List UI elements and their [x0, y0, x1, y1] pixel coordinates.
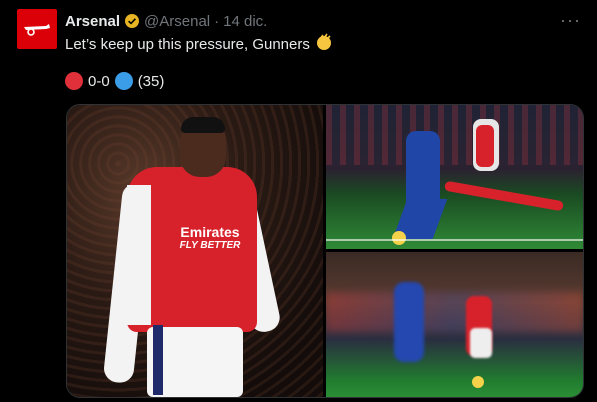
avatar[interactable] — [17, 9, 57, 49]
football — [392, 231, 406, 245]
score-text: 0-0 — [88, 72, 110, 90]
shorts-stripe — [153, 325, 163, 395]
motion-blur-stands — [326, 292, 583, 332]
tweet-timestamp[interactable]: 14 dic. — [223, 13, 267, 30]
arsenal-player-leg — [444, 180, 564, 212]
tweet-text: Let’s keep up this pressure, Gunners — [65, 33, 333, 57]
more-options-icon[interactable]: ··· — [560, 11, 581, 29]
shirt-side-panel — [127, 185, 151, 325]
pitch-line — [326, 239, 583, 241]
stadium-stands — [326, 105, 583, 165]
arsenal-player-shorts — [470, 328, 492, 358]
media-photo-1[interactable]: Emirates FLY BETTER — [67, 105, 323, 397]
opponent-player — [394, 282, 424, 362]
clapping-hands-emoji-icon — [315, 33, 333, 57]
media-photo-3[interactable] — [326, 252, 583, 397]
football — [472, 376, 484, 388]
player-hair — [181, 117, 225, 133]
author-name[interactable]: Arsenal — [65, 13, 120, 30]
match-minute: (35) — [137, 72, 165, 90]
red-circle-emoji-icon — [65, 72, 83, 90]
sponsor-line-1: Emirates — [180, 224, 240, 240]
blue-circle-emoji-icon — [114, 72, 133, 90]
arsenal-player-shirt — [476, 125, 494, 167]
match-score: 0-0 (35) — [65, 72, 169, 90]
media-photo-2[interactable] — [326, 105, 583, 249]
media-grid: Emirates FLY BETTER — [66, 104, 584, 398]
verified-badge-icon — [124, 13, 140, 29]
tweet[interactable]: Arsenal @Arsenal · 14 dic. ··· Let’s kee… — [0, 0, 597, 402]
separator-dot: · — [214, 12, 220, 30]
tweet-header: Arsenal @Arsenal · 14 dic. — [65, 11, 583, 31]
author-handle[interactable]: @Arsenal — [144, 13, 210, 30]
tweet-text-content: Let’s keep up this pressure, Gunners — [65, 36, 310, 53]
arsenal-cannon-icon — [24, 24, 50, 36]
sponsor-line-2: FLY BETTER — [179, 240, 241, 251]
shirt-sponsor: Emirates FLY BETTER — [175, 225, 245, 253]
